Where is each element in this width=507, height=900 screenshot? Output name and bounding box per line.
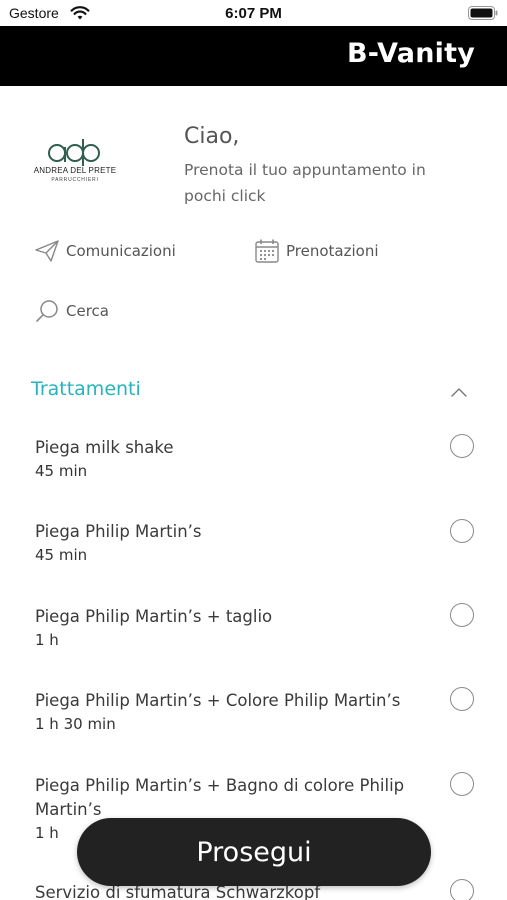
treatment-radio[interactable] (450, 879, 474, 900)
treatment-duration: 1 h (35, 824, 59, 842)
bookings-button[interactable]: Prenotazioni (254, 237, 379, 265)
search-icon (36, 300, 58, 322)
app-header: B-Vanity (0, 26, 507, 86)
tagline: Prenota il tuo appuntamento in pochi cli… (184, 161, 426, 205)
treatment-name: Piega Philip Martin’s (35, 522, 202, 541)
treatment-radio[interactable] (450, 603, 474, 627)
treatment-name: Piega Philip Martin’s + Bagno di colore … (35, 776, 405, 819)
calendar-icon (255, 239, 279, 263)
treatment-radio[interactable] (450, 772, 474, 796)
salon-logo: ANDREA DEL PRETE PARRUCCHIERI (28, 138, 122, 188)
communications-label: Comunicazioni (66, 242, 176, 260)
treatment-duration: 1 h 30 min (35, 715, 116, 733)
search-label: Cerca (66, 302, 109, 320)
section-title-treatments[interactable]: Trattamenti (31, 378, 141, 400)
treatment-radio[interactable] (450, 687, 474, 711)
status-bar: Gestore 6:07 PM (0, 0, 507, 26)
treatment-name: Piega Philip Martin’s + Colore Philip Ma… (35, 691, 401, 710)
battery-icon (468, 6, 498, 20)
paper-plane-icon (35, 240, 59, 262)
treatment-name: Piega Philip Martin’s + taglio (35, 607, 273, 626)
treatment-radio[interactable] (450, 434, 474, 458)
treatment-duration: 1 h (35, 631, 59, 649)
treatment-duration: 45 min (35, 462, 88, 480)
salon-subtitle: PARRUCCHIERI (51, 177, 99, 183)
app-title: B-Vanity (346, 38, 475, 69)
greeting: Ciao, (184, 124, 240, 149)
communications-button[interactable]: Comunicazioni (34, 237, 176, 265)
bookings-label: Prenotazioni (286, 242, 379, 260)
search-button[interactable]: Cerca (34, 297, 109, 325)
continue-button[interactable]: Prosegui (77, 818, 431, 886)
treatment-duration: 45 min (35, 546, 88, 564)
clock: 6:07 PM (225, 5, 282, 22)
treatment-radio[interactable] (450, 519, 474, 543)
treatment-name: Piega milk shake (35, 438, 174, 457)
salon-logo-mark (48, 139, 100, 166)
chevron-up-icon[interactable] (449, 385, 469, 399)
salon-name: ANDREA DEL PRETE (33, 166, 117, 175)
